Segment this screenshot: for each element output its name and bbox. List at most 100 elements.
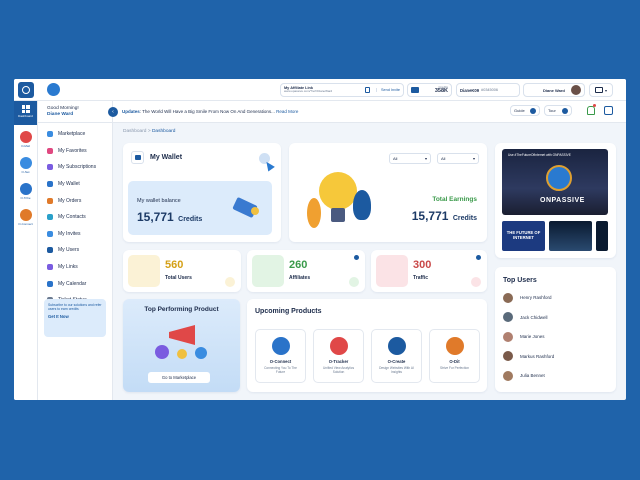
oconnect-icon	[19, 209, 32, 221]
my-invites-icon	[47, 230, 53, 237]
breadcrumb-root[interactable]: Dashboard	[123, 129, 146, 134]
sidebar-item-label: My Invites	[58, 230, 81, 237]
thumbnail-text: THE FUTURE OF INTERNET	[506, 230, 541, 240]
bell-icon[interactable]	[587, 106, 595, 115]
filter-dropdown-1[interactable]: All ▾	[389, 153, 431, 164]
upcoming-title: Upcoming Products	[255, 308, 322, 315]
greeting: Good Morning!	[47, 106, 79, 111]
copy-icon[interactable]	[365, 87, 370, 93]
user-id-box[interactable]: DianeK09 #0345006	[456, 83, 520, 97]
my-wallet-icon	[47, 181, 53, 188]
sidebar-item-my-subscriptions[interactable]: My Subscriptions	[38, 159, 112, 176]
tour-button[interactable]: Tour	[544, 105, 572, 116]
greeting-block: Good Morning! Diane Ward	[38, 101, 112, 123]
credits-value: 358K	[434, 87, 448, 94]
list-item[interactable]: Julia Bennet	[495, 366, 616, 386]
guide-button[interactable]: Guide	[510, 105, 540, 116]
affiliate-link-box[interactable]: My Affiliate Link www.opassive.com/?ref=…	[280, 83, 404, 97]
product-desc: Design Websites With AI Insights	[379, 366, 414, 375]
rail-item-onet[interactable]: O-Net	[14, 151, 37, 177]
thumbnail-2[interactable]	[549, 221, 592, 251]
profile-box[interactable]: Diane Ward	[523, 83, 585, 97]
avatar	[503, 331, 513, 342]
wallet-balance-unit: Credits	[178, 216, 203, 223]
stat-card-traffic[interactable]: 300 Traffic	[371, 250, 487, 292]
user-name: Jack Chidwell	[520, 314, 548, 320]
my-links-icon	[47, 264, 53, 271]
thumbnail-1[interactable]: THE FUTURE OF INTERNET	[502, 221, 545, 251]
sidebar-item-my-users[interactable]: My Users	[38, 242, 112, 259]
product-desc: Strive For Perfection	[439, 366, 470, 370]
credits-box[interactable]: Credits 358K	[407, 83, 452, 97]
trend-icon	[471, 277, 481, 287]
otracker-icon	[329, 337, 348, 355]
list-item[interactable]: Markus Rashford	[495, 347, 616, 367]
filter-dropdown-2[interactable]: All ▾	[437, 153, 479, 164]
sidebar-item-label: Marketplace	[58, 131, 86, 138]
guide-label: Guide	[514, 108, 525, 113]
otribe-icon	[19, 183, 32, 195]
sidebar: Good Morning! Diane Ward Marketplace My F…	[38, 101, 113, 400]
thumbnail-3[interactable]	[596, 221, 608, 251]
app-logo[interactable]	[18, 82, 34, 98]
sidebar-item-label: My Users	[58, 247, 80, 254]
rail-item-oconnect[interactable]: O-Connect	[14, 203, 37, 229]
play-icon	[530, 107, 536, 114]
settings-icon[interactable]	[604, 106, 613, 115]
list-item[interactable]: Henry Rashford	[495, 288, 616, 308]
user-name: Diane Ward	[47, 112, 74, 117]
profile-name: Diane Ward	[543, 87, 565, 93]
sidebar-item-marketplace[interactable]: Marketplace	[38, 126, 112, 143]
sidebar-item-my-favorites[interactable]: My Favorites	[38, 143, 112, 160]
my-orders-icon	[47, 197, 53, 204]
rail-item-dashboard[interactable]: Dashboard	[14, 101, 37, 125]
affiliates-icon	[252, 255, 284, 287]
product-name: O-Connect	[269, 359, 292, 364]
my-users-icon	[47, 247, 53, 254]
list-item[interactable]: Marie Jones	[495, 327, 616, 347]
top-product-title: Top Performing Product	[144, 306, 219, 313]
rail-label: Dashboard	[18, 114, 33, 118]
sidebar-item-my-orders[interactable]: My Orders	[38, 192, 112, 209]
trend-icon	[349, 277, 359, 287]
top-users-title: Top Users	[503, 277, 537, 284]
product-card-ocreate[interactable]: O-Create Design Websites With AI Insight…	[371, 329, 422, 383]
top-users-card: Top Users Henry Rashford Jack Chidwell Mar…	[495, 267, 616, 392]
product-card-odit[interactable]: O-Dit Strive For Perfection	[429, 329, 480, 383]
sidebar-item-my-contacts[interactable]: My Contacts	[38, 209, 112, 226]
sidebar-item-my-calendar[interactable]: My Calendar	[38, 275, 112, 292]
stat-card-total-users[interactable]: 560 Total Users	[123, 250, 241, 292]
sidebar-item-label: My Wallet	[58, 181, 80, 188]
tour-label: Tour	[548, 108, 556, 113]
read-more-link[interactable]: Read More	[276, 109, 298, 114]
go-to-marketplace-button[interactable]: Go to Marketplace	[148, 372, 210, 383]
rail-item-omail[interactable]: O-Mail	[14, 125, 37, 151]
stat-card-affiliates[interactable]: 260 Affiliates	[247, 250, 365, 292]
avatar	[503, 312, 513, 323]
tour-icon	[562, 107, 568, 114]
breadcrumb: Dashboard > Dashboard	[123, 129, 175, 134]
translate-icon	[594, 87, 603, 93]
rail-item-otribe[interactable]: O-Tribe	[14, 177, 37, 203]
earnings-unit: Credits	[452, 215, 477, 222]
product-card-otracker[interactable]: O-Tracker Unified View Analytics Solutio…	[313, 329, 364, 383]
sidebar-item-my-invites[interactable]: My Invites	[38, 226, 112, 243]
product-card-oconnect[interactable]: O-Connect Connecting You To The Future	[255, 329, 306, 383]
wallet-card: My Wallet My wallet balance 15,771 Credi…	[123, 143, 281, 242]
get-it-now-link[interactable]: Get It Now	[48, 314, 102, 319]
user-name: Henry Rashford	[520, 295, 552, 301]
onet-icon	[19, 157, 32, 169]
sidebar-item-my-wallet[interactable]: My Wallet	[38, 176, 112, 193]
sidebar-item-label: My Favorites	[58, 147, 87, 154]
globe-icon[interactable]	[47, 83, 60, 96]
video-player[interactable]: Use #TheFutureOfInternet with ONPASSIVE …	[502, 149, 608, 215]
top-users-list: Henry Rashford Jack Chidwell Marie Jones Ma…	[495, 288, 616, 386]
wallet-balance-box: My wallet balance 15,771 Credits	[128, 181, 272, 235]
stat-label: Affiliates	[289, 275, 311, 281]
chevron-down-icon: ▾	[424, 156, 427, 161]
product-name: O-Dit	[449, 359, 460, 364]
language-button[interactable]: ▾	[589, 83, 613, 97]
send-invite-button[interactable]: Send Invite	[376, 88, 400, 92]
list-item[interactable]: Jack Chidwell	[495, 308, 616, 328]
sidebar-item-my-links[interactable]: My Links	[38, 259, 112, 276]
